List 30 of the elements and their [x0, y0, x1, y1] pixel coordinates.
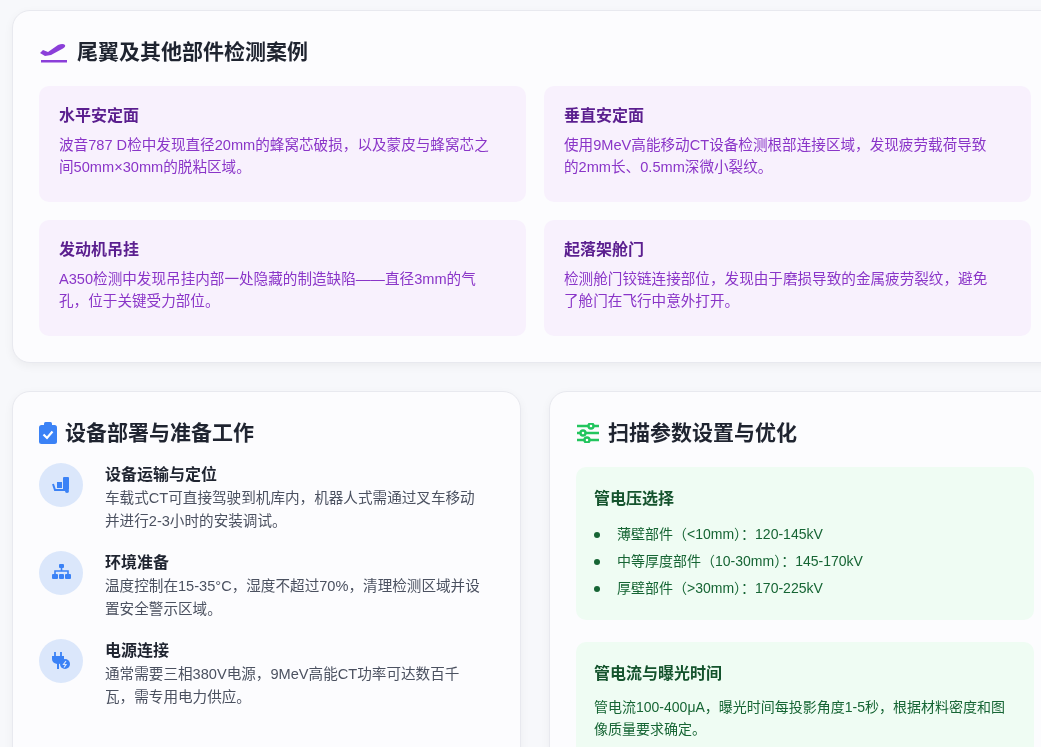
case-title: 水平安定面: [59, 106, 140, 127]
section-title: 设备部署与准备工作: [65, 420, 254, 446]
clipboard-check-icon: [39, 421, 57, 444]
parameter-title: 管电压选择: [594, 489, 675, 510]
list-item: 中等厚度部件（10-30mm）：145-170kV: [617, 552, 863, 572]
parameter-title: 管电流与曝光时间: [594, 664, 723, 685]
case-title: 垂直安定面: [564, 106, 645, 127]
step-title: 电源连接: [105, 641, 170, 662]
bullet-icon: [594, 531, 600, 538]
step-description: 通常需要三相380V电源，9MeV高能CT功率可达数百千瓦，需专用电力供应。: [105, 665, 461, 708]
case-description: A350检测中发现吊挂内部一处隐藏的制造缺陷——直径3mm的气孔，位于关键受力部位。: [59, 270, 477, 312]
bullet-icon: [594, 585, 600, 592]
step-title: 设备运输与定位: [105, 465, 218, 486]
case-title: 起落架舱门: [564, 240, 645, 261]
sliders-icon: [576, 422, 600, 443]
step-title: 环境准备: [105, 553, 170, 574]
dolly-icon: [51, 476, 71, 495]
section-title: 扫描参数设置与优化: [608, 420, 797, 446]
case-description: 使用9MeV高能移动CT设备检测根部连接区域，发现疲劳载荷导致的2mm长、0.5mm深微小裂纹。: [564, 136, 988, 178]
case-title: 发动机吊挂: [59, 240, 140, 261]
section-title: 尾翼及其他部件检测案例: [77, 39, 308, 65]
plug-bolt-icon: [51, 652, 71, 671]
parameter-description: 管电流100-400μA，曝光时间每投影角度1-5秒，根据材料密度和图像质量要求确定。: [594, 698, 1007, 740]
list-item: 薄壁部件（<10mm）：120-145kV: [617, 525, 823, 545]
step-description: 车载式CT可直接驾驶到机库内，机器人式需通过叉车移动并进行2-3小时的安装调试。: [105, 489, 476, 532]
step-description: 温度控制在15-35°C，湿度不超过70%，清理检测区域并设置安全警示区域。: [105, 577, 481, 620]
bullet-icon: [594, 558, 600, 565]
list-item: 厚壁部件（>30mm）：170-225kV: [617, 579, 823, 599]
case-description: 检测舱门铰链连接部位，发现由于磨损导致的金属疲劳裂纹，避免了舱门在飞行中意外打开。: [564, 270, 989, 312]
case-description: 波音787 D检中发现直径20mm的蜂窝芯破损，以及蒙皮与蜂窝芯之间50mm×30mm的脱粘区域。: [59, 136, 490, 178]
